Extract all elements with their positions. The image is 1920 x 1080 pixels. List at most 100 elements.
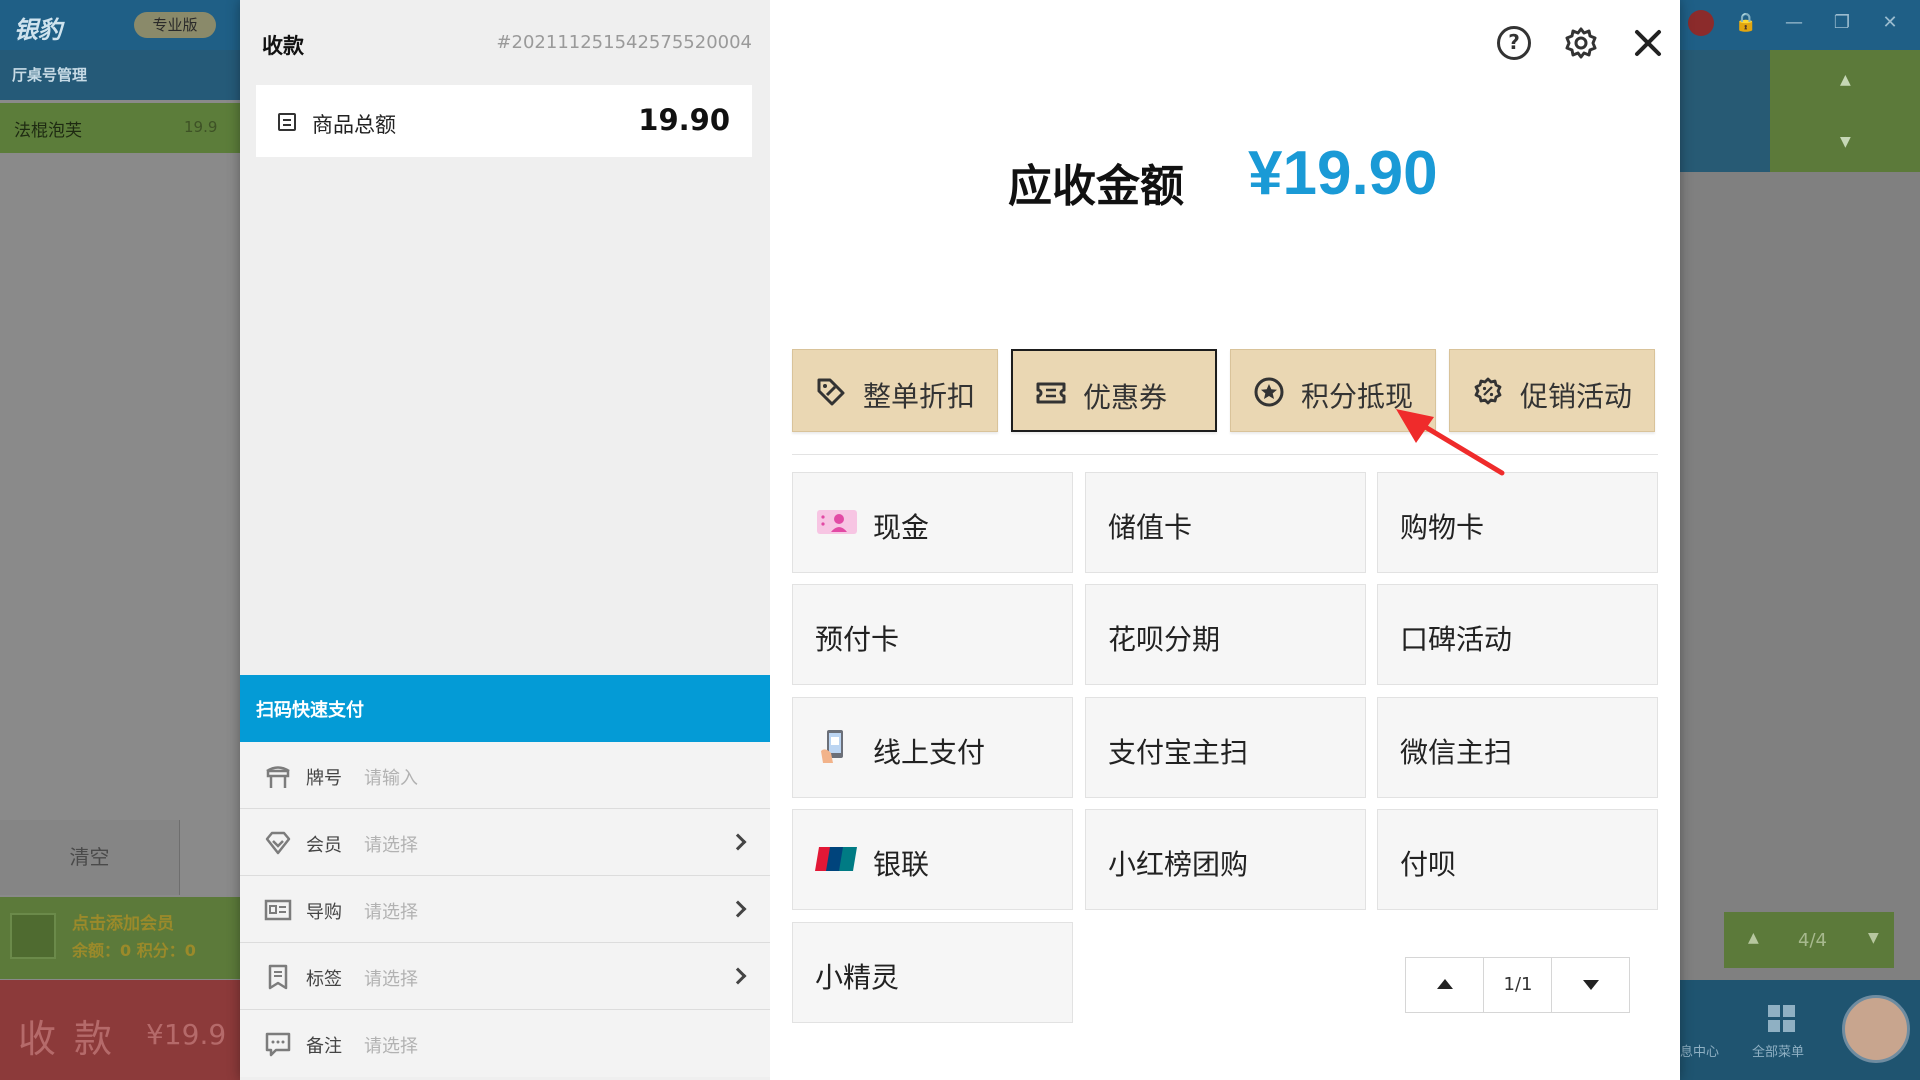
order-number: #20211125154257552000​4	[496, 32, 752, 53]
chevron-right-icon[interactable]	[729, 833, 747, 851]
chevron-right-icon[interactable]	[729, 900, 747, 918]
pay-method-koubei-activity[interactable]: 口碑活动	[1377, 584, 1658, 685]
minimize-icon[interactable]: —	[1770, 12, 1818, 33]
diamond-icon	[265, 831, 291, 855]
pay-method-stored-value-card[interactable]: 储值卡	[1085, 472, 1366, 573]
gear-icon[interactable]	[1564, 26, 1598, 60]
pay-method-xiaohongbang-groupbuy[interactable]: 小红榜团购	[1085, 809, 1366, 910]
page-up-button[interactable]	[1406, 958, 1484, 1012]
order-item-row[interactable]: 法棍泡芙 19.9	[0, 103, 240, 153]
payment-pager: 1/1	[1405, 957, 1630, 1013]
pay-method-label: 口碑活动	[1400, 623, 1513, 656]
checkout-label: 收款	[18, 1017, 131, 1061]
table-number-input[interactable]: 请输入	[364, 764, 418, 790]
amount-due-value: ¥19.90	[1248, 139, 1438, 208]
sales-guide-field[interactable]: 导购 请选择	[240, 876, 770, 943]
close-icon[interactable]	[1631, 26, 1665, 60]
pay-method-label: 支付宝主扫	[1108, 736, 1249, 769]
promotion-activity-label: 促销活动	[1520, 380, 1633, 413]
pay-method-huabei-installment[interactable]: 花呗分期	[1085, 584, 1366, 685]
help-icon[interactable]: ?	[1497, 26, 1531, 60]
pay-method-label: 购物卡	[1400, 511, 1485, 544]
sales-guide-select[interactable]: 请选择	[364, 898, 418, 924]
bookmark-icon	[268, 964, 288, 990]
comment-icon	[265, 1032, 291, 1057]
product-page-text: 4/4	[1798, 930, 1827, 951]
restore-icon[interactable]: ❐	[1818, 12, 1866, 33]
pay-method-shopping-card[interactable]: 购物卡	[1377, 472, 1658, 573]
all-menu-label[interactable]: 全部菜单	[1752, 1041, 1804, 1060]
checkout-amount: ¥19.9	[146, 1018, 227, 1051]
pay-method-label: 线上支付	[873, 736, 986, 769]
member-select[interactable]: 请选择	[364, 831, 418, 857]
product-page-up-icon[interactable]: ▲	[1748, 930, 1759, 946]
message-center-label[interactable]: 息中心	[1680, 1041, 1719, 1060]
window-close-icon[interactable]: ✕	[1866, 12, 1914, 33]
clear-button[interactable]: 清空	[0, 820, 180, 895]
note-field[interactable]: 备注 请选择	[240, 1010, 770, 1077]
category-down-icon[interactable]: ▼	[1840, 134, 1851, 150]
id-card-icon	[264, 899, 292, 921]
lock-icon[interactable]: 🔒	[1722, 12, 1770, 33]
scan-quick-pay-button[interactable]: 扫码快速支付	[240, 675, 770, 742]
pay-method-label: 小精灵	[815, 961, 900, 994]
page-indicator: 1/1	[1503, 974, 1533, 995]
add-member-panel[interactable]: 点击添加会员 余额：0 积分：0	[0, 897, 240, 979]
receipt-icon	[278, 113, 296, 131]
tag-field[interactable]: 标签 请选择	[240, 943, 770, 1010]
order-discount-button[interactable]: 整单折扣	[792, 349, 998, 432]
member-label: 会员	[306, 835, 342, 856]
pay-method-label: 预付卡	[815, 623, 900, 656]
promotion-gear-icon	[1474, 377, 1502, 405]
pay-method-xiaojingling[interactable]: 小精灵	[792, 922, 1073, 1023]
triangle-up-icon	[1437, 979, 1453, 989]
table-icon	[266, 766, 290, 788]
assistant-avatar[interactable]	[1842, 995, 1910, 1063]
scan-quick-pay-label: 扫码快速支付	[256, 700, 364, 721]
pay-method-unionpay[interactable]: 银联	[792, 809, 1073, 910]
product-page-down-icon[interactable]: ▼	[1868, 930, 1879, 946]
pay-method-online-payment[interactable]: 线上支付	[792, 697, 1073, 798]
pay-method-label: 储值卡	[1108, 511, 1193, 544]
tag-label: 标签	[306, 969, 342, 990]
member-field[interactable]: 会员 请选择	[240, 809, 770, 876]
order-discount-label: 整单折扣	[863, 380, 976, 413]
category-tab[interactable]	[1680, 50, 1770, 172]
page-down-button[interactable]	[1551, 958, 1629, 1012]
checkout-button[interactable]: 收款 ¥19.9	[0, 980, 240, 1080]
pay-method-label: 现金	[873, 511, 930, 544]
mobile-pay-icon	[821, 730, 843, 763]
pay-method-cash[interactable]: 现金	[792, 472, 1073, 573]
tag-select[interactable]: 请选择	[364, 965, 418, 991]
category-up-icon[interactable]: ▲	[1840, 72, 1851, 88]
member-avatar-icon	[10, 913, 56, 959]
annotation-arrow-icon	[1396, 409, 1505, 476]
pay-method-alipay-scan[interactable]: 支付宝主扫	[1085, 697, 1366, 798]
pay-method-fubei[interactable]: 付呗	[1377, 809, 1658, 910]
note-label: 备注	[306, 1036, 342, 1057]
coupon-button[interactable]: 优惠券	[1011, 349, 1217, 432]
sales-guide-label: 导购	[306, 902, 342, 923]
goods-total-card: 商品总额 19.90	[256, 85, 752, 157]
app-logo: 银豹	[14, 16, 62, 44]
triangle-down-icon	[1583, 980, 1599, 990]
pay-method-wechat-scan[interactable]: 微信主扫	[1377, 697, 1658, 798]
pay-method-label: 付呗	[1400, 848, 1457, 881]
dialog-title: 收款	[262, 34, 304, 58]
table-number-field[interactable]: 牌号 请输入	[240, 742, 770, 809]
chevron-right-icon[interactable]	[729, 967, 747, 985]
pay-method-prepaid-card[interactable]: 预付卡	[792, 584, 1073, 685]
edition-badge: 专业版	[134, 12, 216, 38]
table-management-bar[interactable]: 厅桌号管理	[0, 50, 240, 100]
order-item-price: 19.9	[184, 118, 218, 136]
order-item-name: 法棍泡芙	[14, 121, 82, 141]
goods-total-label: 商品总额	[312, 113, 396, 137]
payment-dialog: 收款 #20211125154257552000​4 商品总额 19.90 扫码…	[240, 0, 1680, 1080]
unionpay-icon	[815, 847, 857, 871]
all-menu-icon[interactable]	[1768, 1005, 1796, 1033]
add-member-text: 点击添加会员	[72, 914, 174, 934]
coupon-icon	[1036, 382, 1066, 404]
notification-icon[interactable]	[1688, 10, 1714, 36]
note-select[interactable]: 请选择	[364, 1032, 418, 1058]
amount-due-label: 应收金额	[1008, 161, 1184, 212]
